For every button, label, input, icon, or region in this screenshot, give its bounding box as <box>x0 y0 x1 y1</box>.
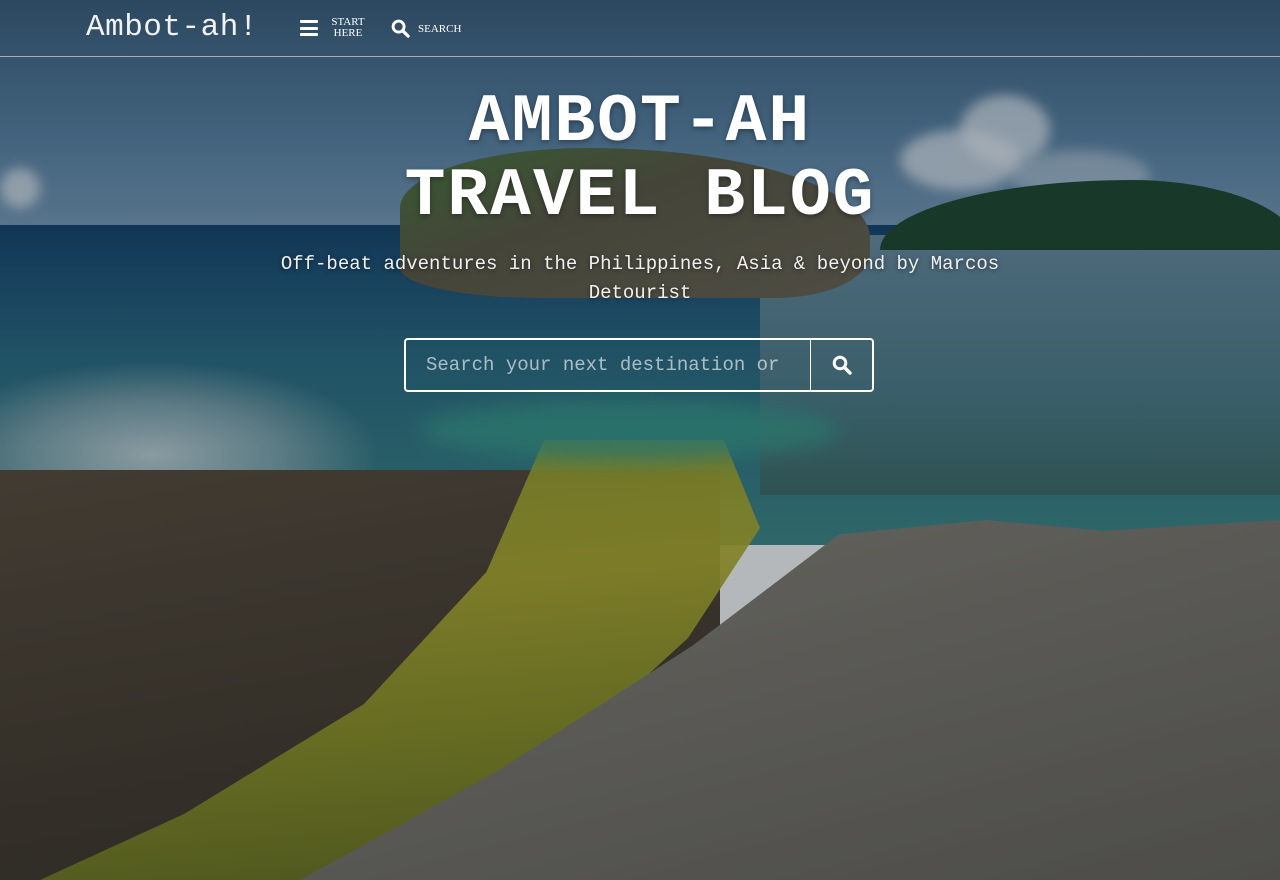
search-input[interactable] <box>404 338 811 392</box>
hero-search-form <box>404 338 874 392</box>
title-line-1: AMBOT-AH <box>468 84 812 161</box>
start-here-menu-button[interactable]: START HERE <box>300 17 368 39</box>
page-title: AMBOT-AH TRAVEL BLOG <box>0 86 1280 234</box>
site-logo[interactable]: Ambot-ah! <box>86 10 258 45</box>
search-icon <box>391 19 410 38</box>
nav-search-button[interactable]: SEARCH <box>391 19 461 38</box>
nav-search-label: SEARCH <box>418 22 462 35</box>
search-submit-button[interactable] <box>811 338 874 392</box>
site-tagline: Off-beat adventures in the Philippines, … <box>280 253 1000 304</box>
search-icon <box>832 355 852 375</box>
top-navigation: Ambot-ah! START HERE SEARCH <box>0 0 1280 57</box>
title-line-2: TRAVEL BLOG <box>404 158 876 235</box>
start-here-label: START HERE <box>331 16 365 39</box>
menu-icon <box>300 20 318 36</box>
